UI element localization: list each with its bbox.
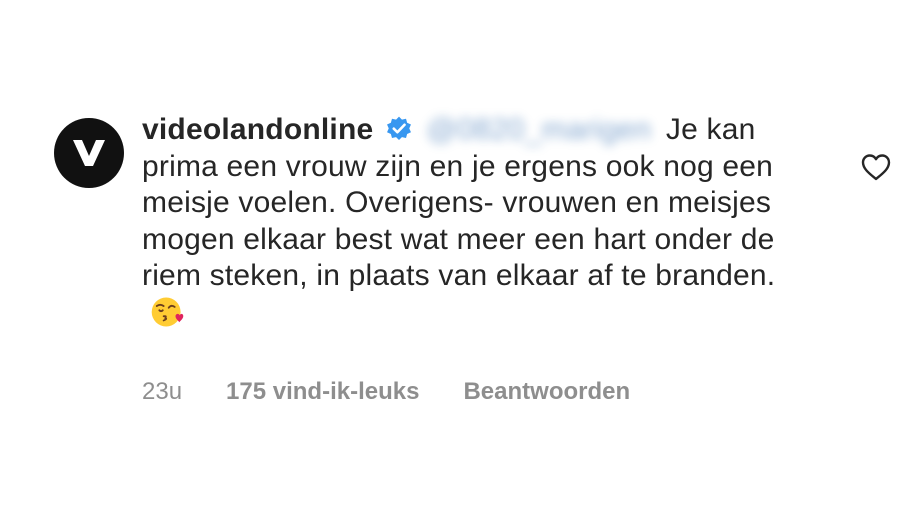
username[interactable]: videolandonline — [142, 113, 373, 146]
comment-body: videolandonline @0820_marigen Je kan pri… — [142, 112, 802, 332]
comment-meta: 23u 175 vind-ik-leuks Beantwoorden — [142, 378, 630, 406]
videoland-v-logo-icon — [73, 140, 105, 166]
comment: videolandonline @0820_marigen Je kan pri… — [52, 112, 912, 442]
kissing-heart-face-icon — [151, 297, 184, 326]
like-heart-icon[interactable] — [860, 152, 892, 182]
avatar[interactable] — [54, 118, 124, 188]
verified-badge-icon — [386, 116, 411, 141]
reply-button[interactable]: Beantwoorden — [463, 378, 630, 406]
comment-timestamp[interactable]: 23u — [142, 378, 182, 406]
likes-count[interactable]: 175 vind-ik-leuks — [226, 378, 419, 406]
mention-link[interactable]: @0820_marigen — [426, 112, 651, 149]
comment-text-block: videolandonline @0820_marigen Je kan pri… — [142, 112, 802, 332]
